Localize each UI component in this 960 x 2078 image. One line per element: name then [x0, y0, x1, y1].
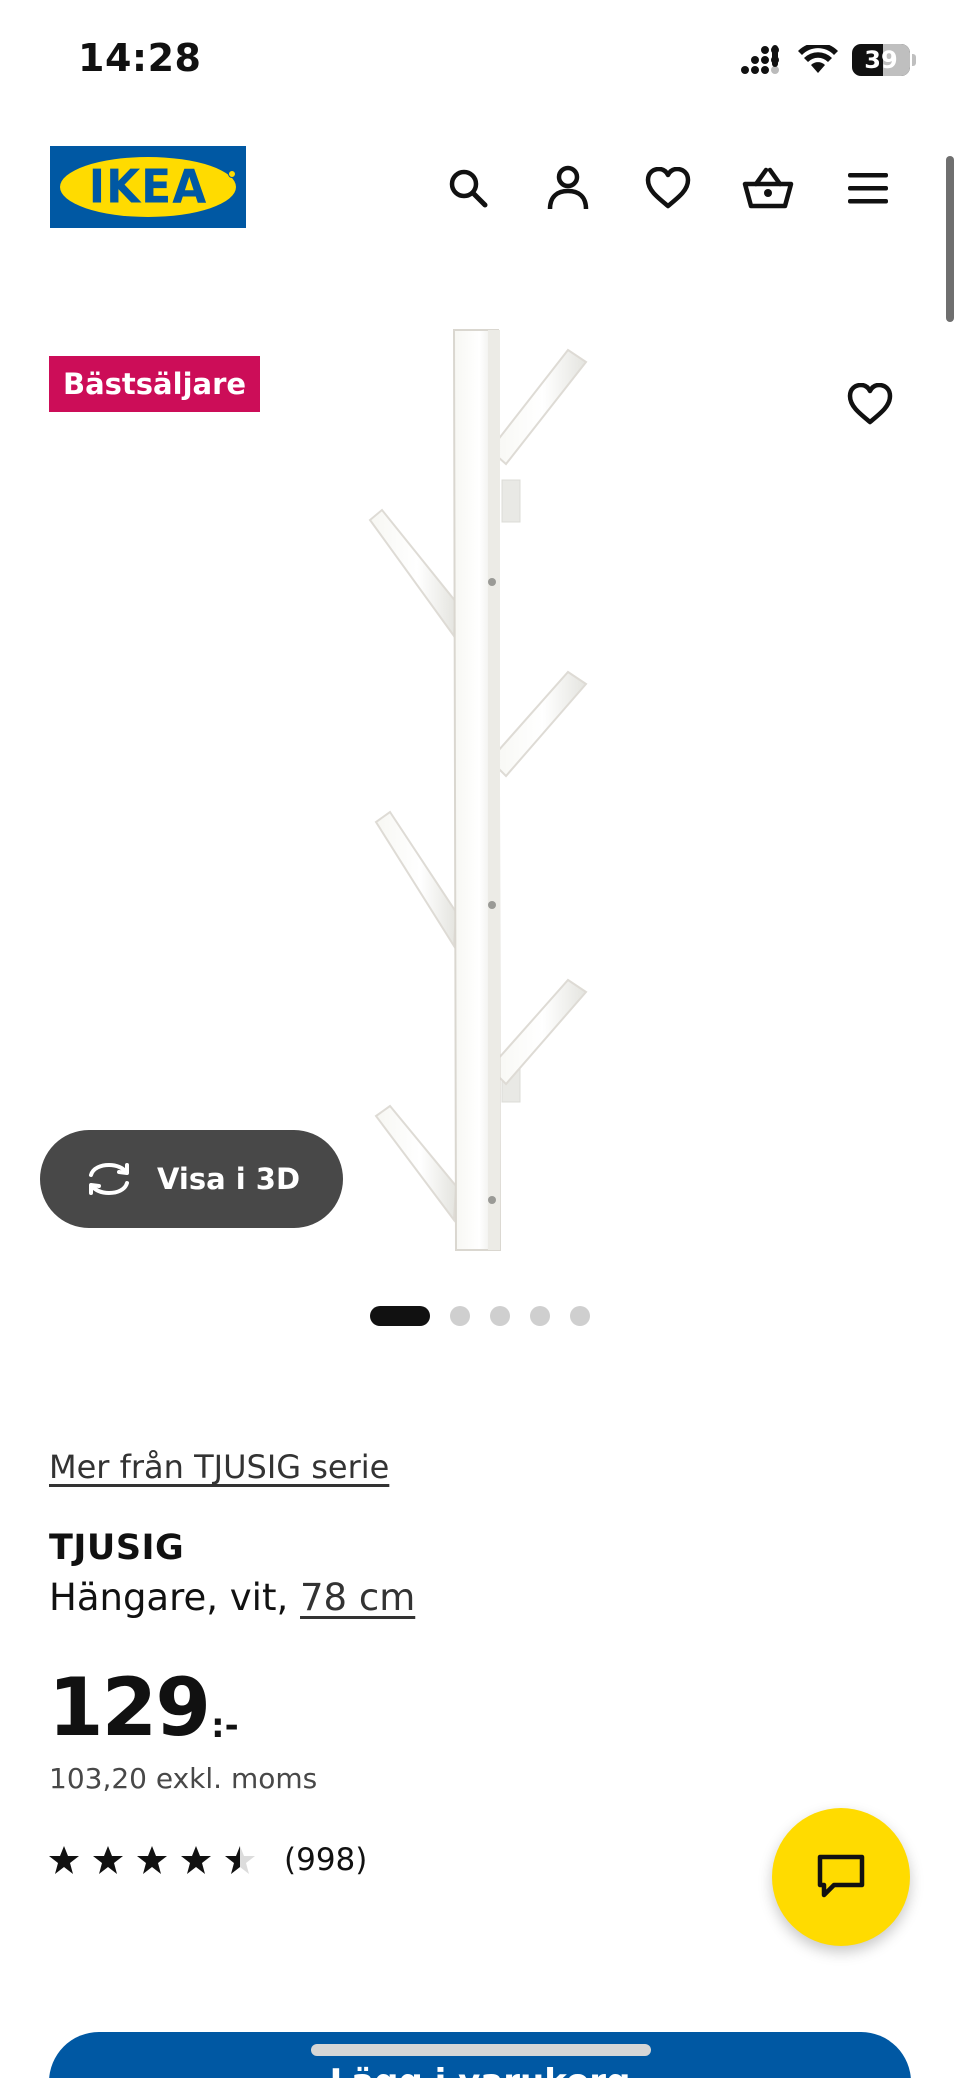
add-to-favorites-button[interactable]	[844, 378, 896, 430]
site-header: IKEA	[0, 140, 960, 236]
scrollbar[interactable]	[946, 156, 954, 322]
product-name: TJUSIG	[49, 1528, 185, 1568]
product-photo-hanger	[368, 329, 588, 1251]
battery-level: 39	[864, 46, 898, 74]
series-link[interactable]: Mer från TJUSIG serie	[49, 1448, 389, 1486]
price-suffix: :-	[211, 1706, 239, 1746]
menu-icon[interactable]	[840, 160, 896, 216]
wifi-icon	[798, 45, 838, 73]
carousel-dot-5[interactable]	[570, 1306, 590, 1326]
product-description: Hängare, vit, 78 cm	[49, 1576, 415, 1619]
status-icons: 39	[740, 40, 916, 80]
carousel-dot-1[interactable]	[370, 1306, 430, 1326]
product-image-gallery[interactable]: Bästsäljare Visa i 3D	[0, 300, 960, 1260]
cellular-signal-icon	[741, 45, 779, 74]
logo-text: IKEA	[88, 160, 208, 214]
add-to-cart-label: Lägg i varukorg	[330, 2062, 631, 2078]
product-description-text: Hängare, vit,	[49, 1576, 289, 1619]
basket-icon[interactable]	[740, 160, 796, 216]
star-icon	[137, 1846, 167, 1874]
status-bar: 14:28 39	[0, 0, 960, 120]
product-page: 14:28 39 IKEA Bästsäljare Visa i 3D Mer …	[0, 0, 960, 2078]
home-indicator[interactable]	[311, 2044, 651, 2056]
header-actions	[440, 160, 896, 216]
rotate-3d-icon	[88, 1162, 129, 1196]
chat-icon	[817, 1854, 865, 1898]
view-in-3d-label: Visa i 3D	[156, 1162, 301, 1196]
status-time: 14:28	[78, 36, 202, 80]
carousel-dot-3[interactable]	[490, 1306, 510, 1326]
price-value: 129	[48, 1661, 211, 1754]
product-rating[interactable]: (998)	[48, 1840, 367, 1880]
star-icon	[181, 1846, 211, 1874]
bestseller-badge: Bästsäljare	[49, 356, 261, 412]
price-excl-vat: 103,20 exkl. moms	[49, 1762, 318, 1795]
ikea-logo[interactable]: IKEA	[50, 146, 246, 228]
star-icon	[93, 1846, 123, 1874]
view-in-3d-button[interactable]: Visa i 3D	[40, 1130, 343, 1228]
heart-icon	[847, 383, 893, 425]
chat-button[interactable]	[772, 1808, 910, 1946]
account-icon[interactable]	[540, 160, 596, 216]
battery-cap	[912, 54, 916, 66]
search-icon[interactable]	[440, 160, 496, 216]
star-icon	[49, 1846, 79, 1874]
carousel-dot-2[interactable]	[450, 1306, 470, 1326]
review-count[interactable]: (998)	[284, 1842, 367, 1878]
product-size-link[interactable]: 78 cm	[300, 1576, 415, 1619]
carousel-dot-4[interactable]	[530, 1306, 550, 1326]
favorites-icon[interactable]	[640, 160, 696, 216]
half-star-icon	[225, 1846, 255, 1874]
carousel-pagination	[0, 1306, 960, 1326]
product-price: 129 :-	[48, 1658, 239, 1748]
battery-icon: 39	[852, 44, 910, 76]
